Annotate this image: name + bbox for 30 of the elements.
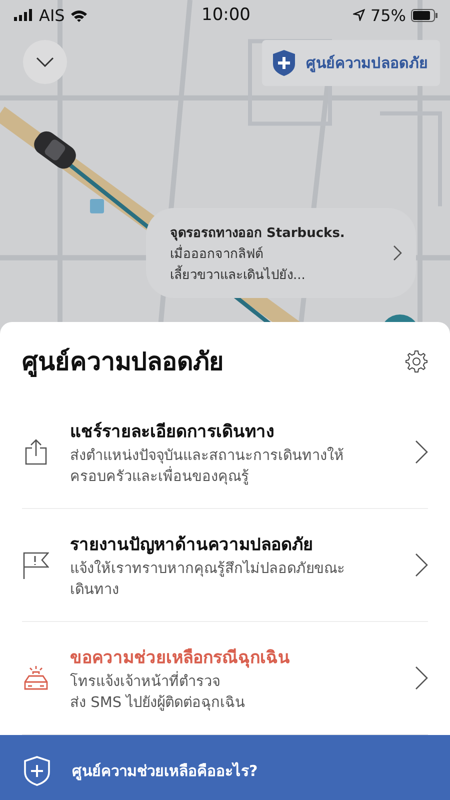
carrier-label: AIS: [39, 6, 65, 24]
clock: 10:00: [202, 5, 250, 25]
signal-icon: [14, 9, 34, 21]
battery-percent: 75%: [370, 6, 406, 24]
battery-icon: [411, 8, 438, 22]
chevron-right-icon: [415, 440, 428, 464]
safety-center-button[interactable]: ศูนย์ความปลอดภัย: [262, 40, 440, 86]
safety-option[interactable]: รายงานปัญหาด้านความปลอดภัย แจ้งให้เราทราบหากคุณรู้สึกไม่ปลอดภัยขณะ เดินทาง: [22, 509, 428, 622]
chevron-right-icon: [415, 666, 428, 690]
shield-plus-icon: [24, 756, 50, 786]
share-icon: [25, 439, 47, 465]
option-title: ขอความช่วยเหลือกรณีฉุกเฉิน: [70, 647, 291, 670]
police-car-icon: [23, 665, 49, 691]
option-description: โทรแจ้งเจ้าหน้าที่ตำรวจ ส่ง SMS ไปยังผู้ติดต่อฉุกเฉิน: [70, 672, 395, 713]
chevron-right-icon: [393, 245, 402, 261]
option-description: ส่งตำแหน่งปัจจุบันและสถานะการเดินทางให้ ครอบครัวและเพื่อนของคุณรู้: [70, 446, 345, 487]
option-title: แชร์รายละเอียดการเดินทาง: [70, 420, 275, 444]
chevron-right-icon: [415, 553, 428, 577]
shield-plus-icon: [272, 49, 296, 77]
pickup-point-card[interactable]: จุดรอรถทางออก Starbucks. เมื่อออกจากลิฟต์ เลี้ยวขวาและเดินไปยัง...: [146, 208, 416, 298]
safety-option[interactable]: แชร์รายละเอียดการเดินทาง ส่งตำแหน่งปัจจุบันและสถานะการเดินทางให้ ครอบครัวและเพื่อนของคุณรู้: [22, 396, 428, 509]
location-arrow-icon: [353, 9, 366, 21]
flag-icon: [23, 551, 49, 579]
sheet-title: ศูนย์ความปลอดภัย: [22, 346, 224, 379]
help-center-bar[interactable]: ศูนย์ความช่วยเหลือคืออะไร?: [0, 735, 450, 800]
option-description: แจ้งให้เราทราบหากคุณรู้สึกไม่ปลอดภัยขณะ เดินทาง: [70, 559, 346, 600]
chevron-down-icon: [36, 57, 54, 67]
option-title: รายงานปัญหาด้านความปลอดภัย: [70, 534, 314, 558]
settings-icon[interactable]: [404, 349, 428, 373]
wifi-icon: [70, 8, 88, 22]
